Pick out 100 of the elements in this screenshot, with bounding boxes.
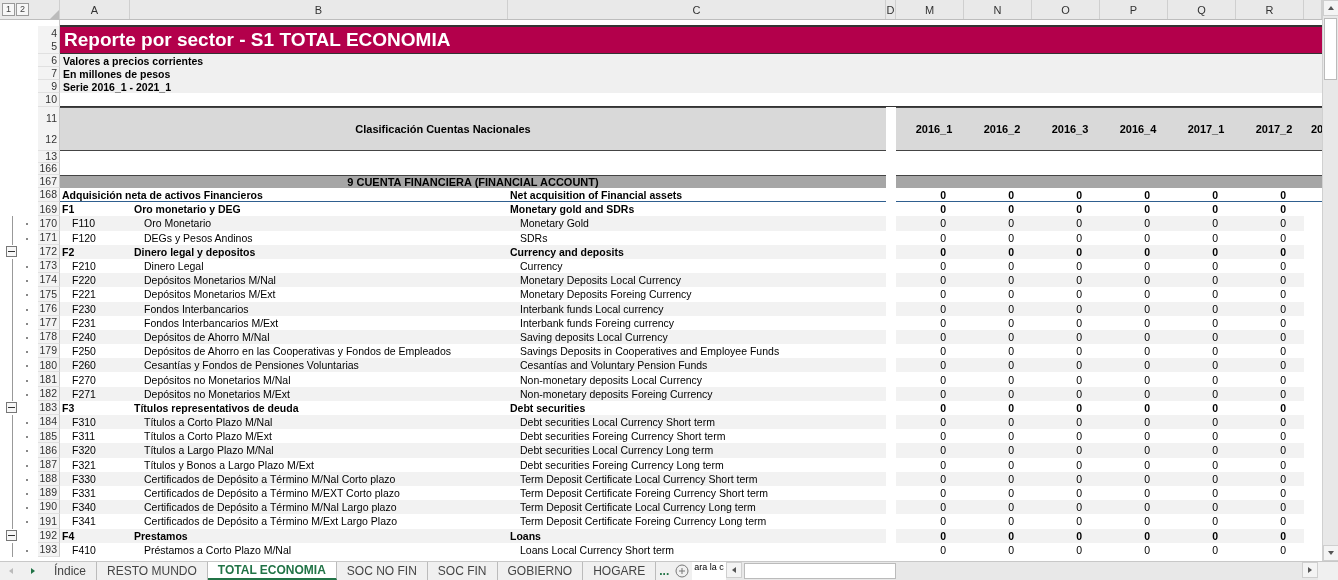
row-number[interactable]: 7: [38, 67, 60, 80]
column-header[interactable]: N: [964, 0, 1032, 19]
label-cell: Monetary Gold: [508, 216, 886, 231]
value-cell: 0: [1032, 216, 1100, 231]
column-header[interactable]: B: [130, 0, 508, 19]
period-header: 20: [1309, 122, 1322, 137]
value-cell: 0: [1236, 415, 1304, 430]
value-cell: 0: [896, 358, 964, 373]
cell-preview-text: ara la c: [692, 562, 726, 580]
value-cell: 0: [1032, 188, 1100, 203]
label-cell: Certificados de Depósito a Término M/Nal Largo plazo: [130, 500, 508, 515]
column-header[interactable]: Q: [1168, 0, 1236, 19]
row-number[interactable]: 13: [38, 151, 60, 163]
value-cell: 0: [964, 358, 1032, 373]
column-header[interactable]: D: [886, 0, 896, 19]
section-header: 9 CUENTA FINANCIERA (FINANCIAL ACCOUNT): [60, 175, 886, 188]
period-header: 2017_2: [1254, 122, 1294, 137]
column-header[interactable]: A: [60, 0, 130, 19]
value-cell: 0: [1100, 358, 1168, 373]
value-cell: 0: [1032, 443, 1100, 458]
value-cell: 0: [1032, 500, 1100, 515]
value-cell: 0: [1236, 216, 1304, 231]
scroll-up-button[interactable]: [1323, 0, 1338, 16]
horizontal-scrollbar[interactable]: [725, 562, 1318, 580]
code-cell: F110: [60, 216, 130, 231]
label-cell: Cesantías and Voluntary Pension Funds: [508, 358, 886, 373]
value-cell: 0: [1032, 358, 1100, 373]
label-cell: Cesantías y Fondos de Pensiones Voluntarias: [130, 358, 508, 373]
period-header: 2016_3: [1050, 122, 1090, 137]
row-number[interactable]: 166: [38, 163, 60, 175]
row-number[interactable]: 179: [38, 344, 60, 359]
code-cell: F220: [60, 273, 130, 288]
collapse-button[interactable]: [6, 402, 17, 414]
row-number[interactable]: 11 12: [38, 107, 60, 151]
label-cell: Net acquisition of Financial assets: [508, 188, 886, 203]
row-number[interactable]: 10: [38, 93, 60, 107]
row-number[interactable]: 186: [38, 443, 60, 458]
outline-level-button[interactable]: 1: [2, 3, 15, 16]
code-cell: F260: [60, 358, 130, 373]
code-cell: F310: [60, 415, 130, 430]
sheet-tab[interactable]: TOTAL ECONOMIA: [207, 562, 337, 580]
column-header[interactable]: R: [1236, 0, 1304, 19]
row-number[interactable]: 4 5: [38, 26, 60, 54]
scroll-thumb[interactable]: [743, 563, 896, 579]
value-cell: 0: [964, 216, 1032, 231]
column-header[interactable]: O: [1032, 0, 1100, 19]
row-number[interactable]: 180: [38, 358, 60, 373]
arrow-right-icon: [29, 567, 37, 575]
value-cell: 0: [896, 443, 964, 458]
value-cell: 0: [964, 500, 1032, 515]
row-number[interactable]: 191: [38, 514, 60, 529]
column-header[interactable]: P: [1100, 0, 1168, 19]
outline-level-button[interactable]: 2: [16, 3, 29, 16]
period-header: 2016_2: [982, 122, 1022, 137]
value-cell: 0: [1236, 273, 1304, 288]
value-cell: 0: [1168, 415, 1236, 430]
label-cell: Títulos a Largo Plazo M/Nal: [130, 443, 508, 458]
label-cell: Oro Monetario: [130, 216, 508, 231]
collapse-button[interactable]: [6, 530, 17, 542]
row-number[interactable]: 175: [38, 287, 60, 302]
label-cell: Monetary Deposits Local Currency: [508, 273, 886, 288]
row-number[interactable]: 6: [38, 54, 60, 67]
row-number[interactable]: 184: [38, 415, 60, 430]
arrow-right-icon: [1306, 566, 1314, 574]
row-number[interactable]: 9: [38, 80, 60, 93]
scroll-thumb[interactable]: [1324, 18, 1337, 80]
label-cell: Títulos a Corto Plazo M/Nal: [130, 415, 508, 430]
row-number[interactable]: 181: [38, 372, 60, 387]
scroll-right-button[interactable]: [1302, 562, 1318, 578]
value-cell: 0: [896, 216, 964, 231]
value-cell: 0: [1100, 415, 1168, 430]
caret-up-icon: [1327, 4, 1335, 12]
collapse-button[interactable]: [6, 246, 17, 258]
row-number[interactable]: 174: [38, 273, 60, 288]
value-cell: 0: [896, 188, 964, 203]
column-header[interactable]: C: [508, 0, 886, 19]
caret-down-icon: [1327, 549, 1335, 557]
code-cell: F340: [60, 500, 130, 515]
value-cell: 0: [896, 273, 964, 288]
row-number[interactable]: 169: [38, 202, 60, 217]
row-number[interactable]: 170: [38, 216, 60, 231]
value-cell: 0: [1168, 443, 1236, 458]
row-number[interactable]: 190: [38, 500, 60, 515]
row-number[interactable]: 185: [38, 429, 60, 444]
report-title: Reporte por sector - S1 TOTAL ECONOMIA: [60, 26, 1322, 54]
more-sheets-button[interactable]: ...: [656, 562, 673, 580]
value-cell: 0: [1032, 415, 1100, 430]
period-header: 2016_1: [914, 122, 954, 137]
scroll-down-button[interactable]: [1323, 545, 1338, 561]
value-cell: 0: [1168, 358, 1236, 373]
value-cell: 0: [1100, 188, 1168, 203]
label-cell: Debt securities Local Currency Short term: [508, 415, 886, 430]
label-cell: Debt securities Local Currency Long term: [508, 443, 886, 458]
vertical-scrollbar[interactable]: [1322, 0, 1338, 561]
row-number[interactable]: 167: [38, 175, 60, 188]
value-cell: 0: [964, 273, 1032, 288]
row-number[interactable]: 168: [38, 188, 60, 203]
value-cell: 0: [1100, 216, 1168, 231]
column-header[interactable]: M: [896, 0, 964, 19]
value-cell: 0: [1236, 500, 1304, 515]
